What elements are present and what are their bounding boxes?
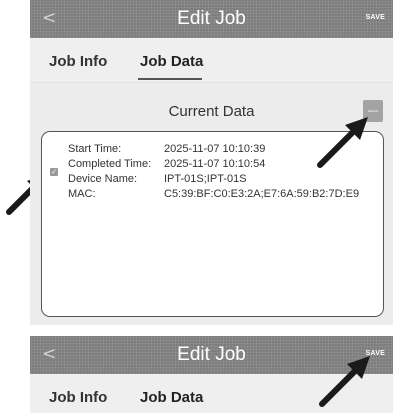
start-time-label: Start Time: xyxy=(68,143,122,155)
annotation-arrow-save xyxy=(319,356,370,407)
completed-time-value: 2025-11-07 10:10:54 xyxy=(164,158,266,170)
mac-value: C5:39:BF:C0:E3:2A;E7:6A:59:B2:7D:E9 xyxy=(164,188,360,200)
mac-label: MAC: xyxy=(68,188,96,200)
select-checkbox[interactable]: ✓ xyxy=(50,168,58,176)
device-name-label: Device Name: xyxy=(68,173,138,185)
save-button[interactable]: SAVE xyxy=(366,14,385,21)
tab-job-data[interactable]: Job Data xyxy=(140,53,203,70)
annotation-arrow-refresh xyxy=(317,117,368,168)
tab-job-info[interactable]: Job Info xyxy=(49,389,107,406)
page-title: Edit Job xyxy=(177,8,246,29)
device-name-value: IPT-01S;IPT-01S xyxy=(164,173,247,185)
completed-time-label: Completed Time: xyxy=(68,158,152,170)
active-tab-indicator xyxy=(138,78,202,80)
title-bar: < Edit Job SAVE xyxy=(30,0,393,38)
start-time-value: 2025-11-07 10:10:39 xyxy=(164,143,266,155)
tab-job-info[interactable]: Job Info xyxy=(49,53,107,70)
tab-job-data[interactable]: Job Data xyxy=(140,389,203,406)
tab-bar: Job Info Job Data xyxy=(30,38,393,82)
